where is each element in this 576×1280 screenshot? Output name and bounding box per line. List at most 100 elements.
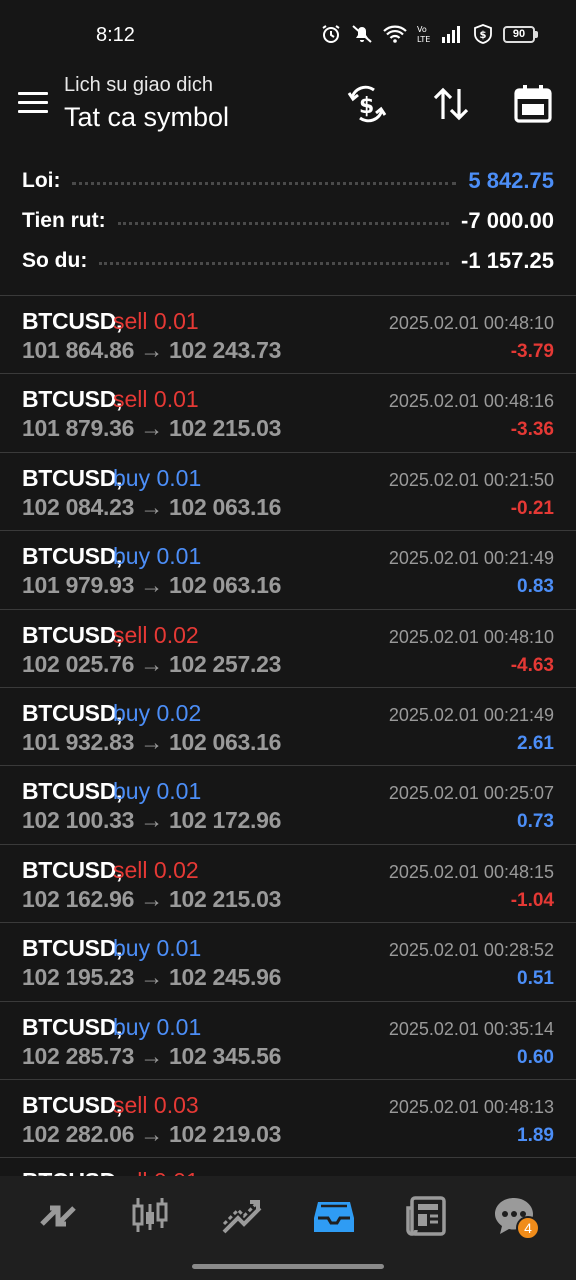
wifi-icon <box>383 25 407 43</box>
trade-symbol: BTCUSD, <box>22 856 123 883</box>
currency-exchange-icon: $ <box>347 85 387 123</box>
trade-list: BTCUSD, sell 0.01 101 864.86 → 102 243.73 2… <box>0 296 576 1159</box>
withdraw-value: -7 000.00 <box>461 208 554 233</box>
svg-text:LTE: LTE <box>417 35 430 44</box>
trade-prices: 102 084.23 → 102 063.16 <box>22 493 282 520</box>
nav-quotes[interactable] <box>30 1192 86 1240</box>
trade-type: sell 0.01 <box>113 386 199 413</box>
trade-symbol: BTCUSD, <box>22 1091 123 1118</box>
trade-time: 2025.02.01 00:21:50 <box>388 469 554 490</box>
profit-label: Loi: <box>22 169 61 192</box>
home-indicator[interactable] <box>192 1264 384 1269</box>
status-icons: Vo LTE $ 90 <box>321 24 538 44</box>
trade-symbol: BTCUSD, <box>22 1013 123 1040</box>
trade-time: 2025.02.01 00:28:52 <box>388 940 554 961</box>
trade-profit: 0.51 <box>517 968 554 990</box>
trade-time: 2025.02.01 00:48:13 <box>388 1096 554 1117</box>
trade-profit: 1.89 <box>517 1124 554 1146</box>
trade-prices: 102 285.73 → 102 345.56 <box>22 1042 282 1069</box>
trade-symbol: BTCUSD, <box>22 386 123 413</box>
header-title[interactable]: Tat ca symbol <box>64 102 229 133</box>
trade-type: buy 0.01 <box>113 935 202 962</box>
trade-prices: 101 864.86 → 102 243.73 <box>22 337 282 363</box>
trade-symbol: BTCUSD, <box>22 935 123 962</box>
deposit-withdraw-button[interactable]: $ <box>345 82 389 126</box>
trade-type: sell 0.02 <box>113 621 199 648</box>
quotes-icon <box>40 1205 76 1227</box>
trade-time: 2025.02.01 00:48:10 <box>388 313 554 333</box>
trade-profit: -0.21 <box>510 497 554 519</box>
trade-row[interactable]: BTCUSD, buy 0.01 101 979.93 → 102 063.16 20… <box>0 531 576 610</box>
news-icon <box>406 1196 446 1236</box>
trade-row[interactable]: BTCUSD, sell 0.01 101 864.86 → 102 243.73 2… <box>0 296 576 375</box>
trade-type: buy 0.02 <box>113 699 202 726</box>
trade-symbol: BTCUSD, <box>22 699 123 726</box>
trade-type: sell 0.03 <box>113 1091 199 1118</box>
trade-prices: 102 162.96 → 102 215.03 <box>22 885 282 912</box>
trade-prices: 102 282.06 → 102 219.03 <box>22 1120 282 1147</box>
trade-symbol: BTCUSD, <box>22 778 123 805</box>
trade-prices: 101 879.36 → 102 215.03 <box>22 415 282 442</box>
trade-type: sell 0.01 <box>113 308 199 334</box>
balance-label: So du: <box>22 249 88 272</box>
calendar-button[interactable] <box>511 82 555 126</box>
trade-time: 2025.02.01 00:48:15 <box>388 861 554 882</box>
vpn-shield-icon: $ <box>474 24 492 44</box>
trade-row[interactable]: BTCUSD, sell 0.03 102 282.06 → 102 219.03 2… <box>0 1080 576 1159</box>
trade-row[interactable]: BTCUSD, buy 0.02 101 932.83 → 102 063.16 20… <box>0 688 576 767</box>
trade-row[interactable]: BTCUSD, sell 0.02 102 025.76 → 102 257.23 2… <box>0 610 576 688</box>
trade-prices: 102 025.76 → 102 257.23 <box>22 650 282 677</box>
trade-time: 2025.02.01 00:35:14 <box>388 1018 554 1039</box>
trade-type: buy 0.01 <box>113 778 202 805</box>
sort-button[interactable] <box>429 82 473 126</box>
battery-level: 90 <box>503 25 535 43</box>
header-subtitle: Lich su giao dich <box>64 74 213 96</box>
trade-profit: -3.36 <box>510 419 554 441</box>
trade-type: buy 0.01 <box>113 1013 202 1040</box>
hamburger-menu-icon[interactable] <box>18 92 48 114</box>
trade-prices: 101 979.93 → 102 063.16 <box>22 572 282 599</box>
trade-row[interactable]: BTCUSD, buy 0.01 102 100.33 → 102 172.96 20… <box>0 766 576 845</box>
svg-text:$: $ <box>359 94 374 119</box>
trade-symbol: BTCUSD, <box>22 621 123 648</box>
balance-value: -1 157.25 <box>461 248 554 273</box>
trade-row[interactable]: BTCUSD, buy 0.01 102 285.73 → 102 345.56 20… <box>0 1002 576 1080</box>
nav-chat[interactable]: 4 <box>486 1192 542 1240</box>
trade-profit: -4.63 <box>510 654 554 676</box>
chat-badge: 4 <box>516 1216 540 1240</box>
trade-profit: -1.04 <box>510 889 554 911</box>
withdraw-row: Tien rut: -7 000.00 <box>22 206 554 236</box>
chart-icon <box>132 1198 168 1232</box>
summary-panel: Loi: 5 842.75 Tien rut: -7 000.00 So du:… <box>0 158 576 294</box>
trade-row[interactable]: BTCUSD, sell 0.01 101 879.36 → 102 215.03 2… <box>0 374 576 453</box>
trade-type: sell 0.02 <box>113 856 199 883</box>
nav-news[interactable] <box>398 1192 454 1240</box>
sort-arrows-icon <box>433 87 469 121</box>
trade-symbol: BTCUSD, <box>22 308 123 334</box>
bottom-navigation: 4 <box>0 1176 576 1280</box>
trade-prices: 102 100.33 → 102 172.96 <box>22 807 282 834</box>
profit-row: Loi: 5 842.75 <box>22 166 554 196</box>
signal-icon <box>442 26 460 43</box>
withdraw-label: Tien rut: <box>22 209 106 232</box>
trade-row[interactable]: BTCUSD, buy 0.01 102 195.23 → 102 245.96 20… <box>0 923 576 1002</box>
alarm-icon <box>322 25 340 43</box>
trade-row[interactable]: BTCUSD, sell 0.02 102 162.96 → 102 215.03 2… <box>0 845 576 924</box>
trade-type: buy 0.01 <box>113 464 202 491</box>
mute-icon <box>352 25 372 43</box>
trade-symbol: BTCUSD, <box>22 464 123 491</box>
trade-time: 2025.02.01 00:21:49 <box>388 548 554 569</box>
battery-icon: 90 <box>503 25 538 43</box>
volte-icon: VoLTE <box>417 25 430 44</box>
trade-time: 2025.02.01 00:25:07 <box>388 783 554 804</box>
trade-profit: 0.73 <box>517 811 554 833</box>
trade-profit: 2.61 <box>517 732 554 754</box>
nav-trade[interactable] <box>214 1192 270 1240</box>
trade-profit: 0.60 <box>517 1046 554 1068</box>
trade-row[interactable]: BTCUSD, buy 0.01 102 084.23 → 102 063.16 20… <box>0 453 576 532</box>
svg-text:$: $ <box>480 30 487 41</box>
trade-time: 2025.02.01 00:48:10 <box>388 626 554 647</box>
nav-history[interactable] <box>306 1192 362 1240</box>
trade-prices: 102 195.23 → 102 245.96 <box>22 964 282 991</box>
nav-chart[interactable] <box>122 1192 178 1240</box>
